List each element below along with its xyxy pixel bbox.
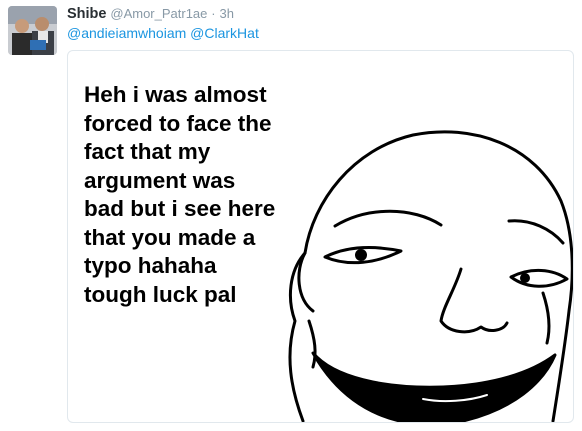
tweet-header: Shibe @Amor_Patr1ae · 3h [67, 4, 234, 23]
smug-face-drawing-icon [288, 130, 573, 422]
tweet: Shibe @Amor_Patr1ae · 3h @andieiamwhoiam… [0, 0, 582, 431]
profile-photo-icon [8, 6, 57, 55]
mention-link[interactable]: @ClarkHat [190, 25, 259, 41]
meme-caption-line: Heh i was almost [84, 82, 267, 107]
header-separator: · [211, 6, 216, 21]
tweet-timestamp[interactable]: 3h [220, 6, 234, 21]
author-handle[interactable]: @Amor_Patr1ae [110, 6, 207, 21]
tweet-text: @andieiamwhoiam @ClarkHat [67, 24, 259, 42]
mention-link[interactable]: @andieiamwhoiam [67, 25, 186, 41]
author-display-name[interactable]: Shibe [67, 6, 106, 22]
tweet-media-image[interactable]: Heh i was almost forced to face the fact… [67, 50, 574, 423]
author-avatar[interactable] [8, 6, 57, 55]
